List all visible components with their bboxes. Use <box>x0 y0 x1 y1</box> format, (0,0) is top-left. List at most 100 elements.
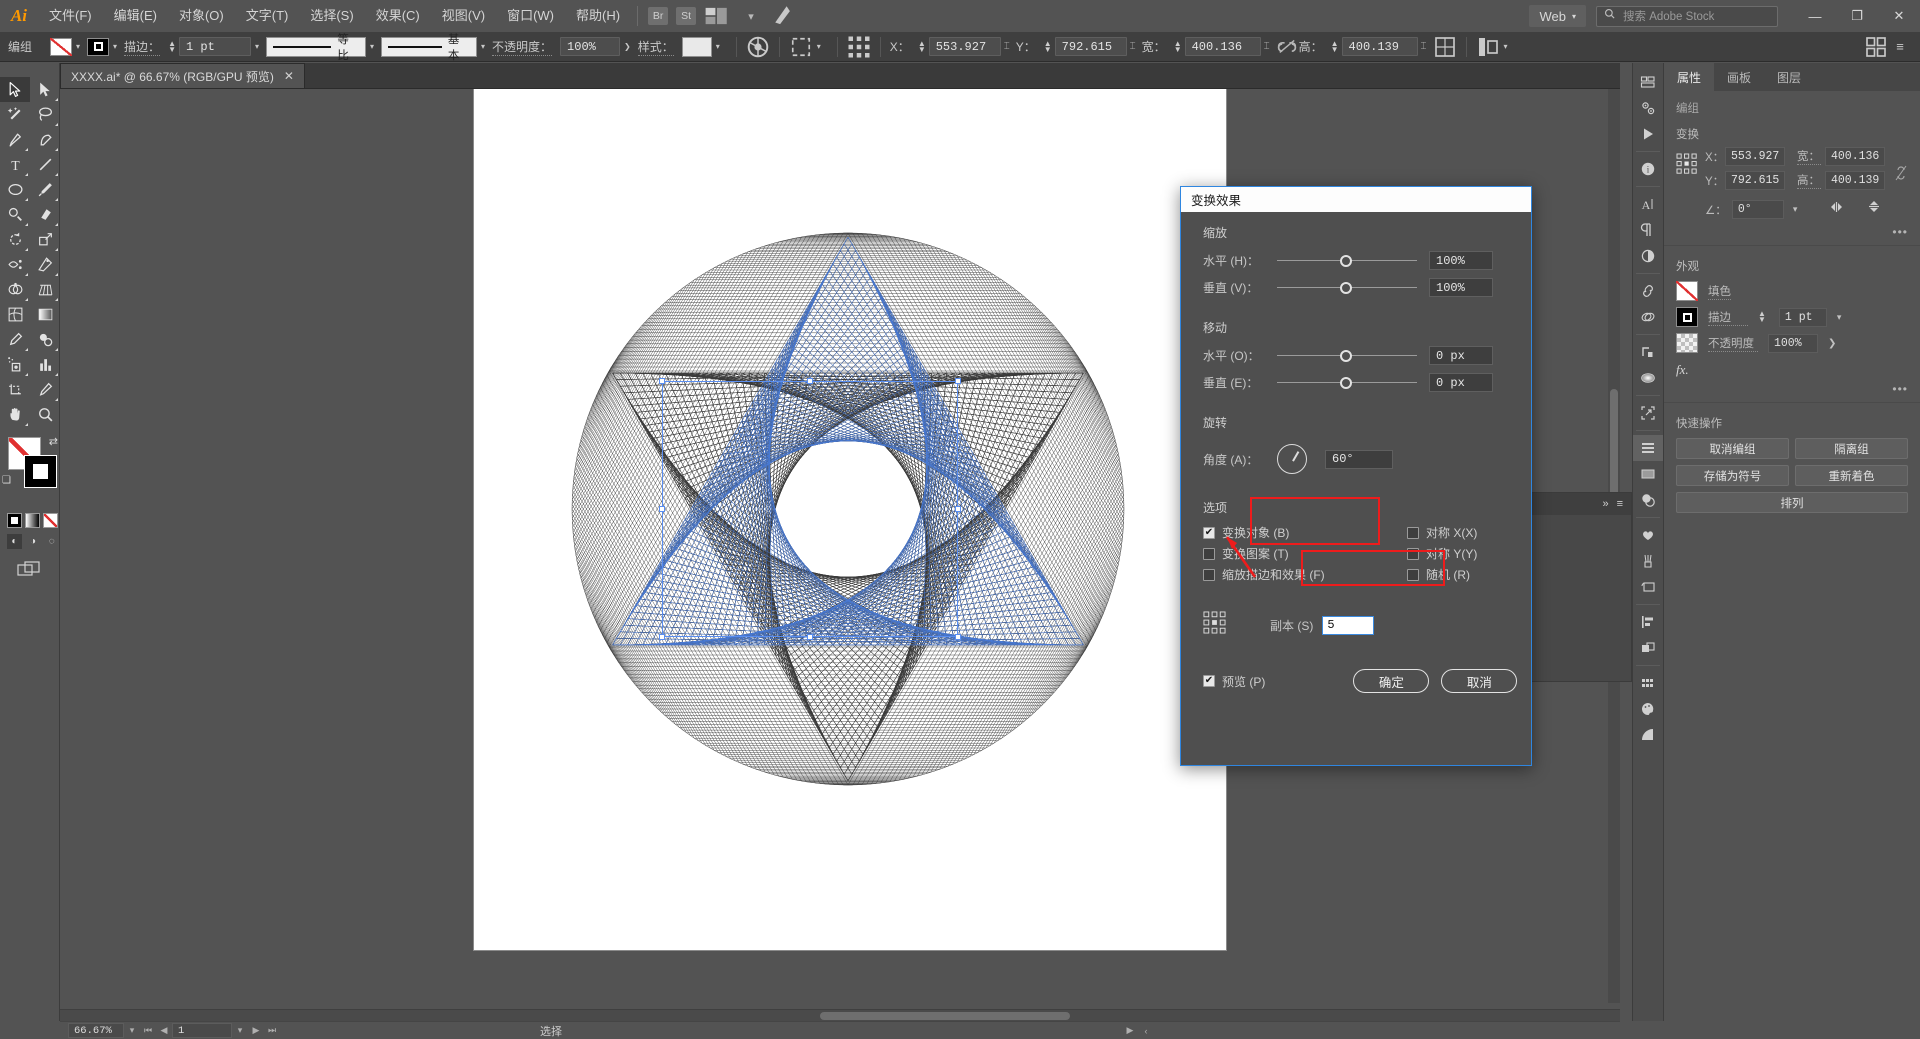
graphic-styles-panel-icon[interactable] <box>1633 574 1663 600</box>
menu-edit[interactable]: 编辑(E) <box>103 0 168 32</box>
selection-handle[interactable] <box>807 378 813 384</box>
option-transform-objects[interactable]: ✔ 变换对象 (B) <box>1203 522 1353 543</box>
appearance-stroke-stepper[interactable]: ▲ ▼ <box>1758 310 1766 324</box>
transparency-panel-icon[interactable] <box>1633 635 1663 661</box>
option-random[interactable]: 随机 (R) <box>1407 564 1477 585</box>
option-reflect-y[interactable]: 对称 Y(Y) <box>1407 543 1477 564</box>
option-reflect-x[interactable]: 对称 X(X) <box>1407 522 1477 543</box>
stock-icon[interactable]: St <box>676 7 697 25</box>
chevron-down-icon[interactable]: ▾ <box>716 42 720 51</box>
free-transform-tool[interactable] <box>30 252 60 277</box>
x-field[interactable]: 553.927 <box>928 37 1001 56</box>
screen-mode-icon[interactable] <box>0 549 59 584</box>
opacity-field[interactable]: 100% <box>560 37 621 56</box>
stroke-swatch[interactable] <box>87 37 110 56</box>
lasso-tool[interactable] <box>30 102 60 127</box>
option-scale-strokes-effects[interactable]: 缩放描边和效果 (F) <box>1203 564 1353 585</box>
shape-builder-tool[interactable] <box>0 277 30 302</box>
scroll-thumb[interactable] <box>820 1012 1070 1020</box>
link-proportions-icon[interactable] <box>1894 147 1908 188</box>
menu-view[interactable]: 视图(V) <box>431 0 496 32</box>
props-x-field[interactable]: 553.927 <box>1725 147 1785 166</box>
reference-point-selector[interactable] <box>1676 147 1698 180</box>
add-effect-fx-icon[interactable]: fx. <box>1664 353 1920 378</box>
graphic-style-swatch[interactable] <box>681 36 712 57</box>
gradient-swatch-icon[interactable] <box>25 513 40 528</box>
eraser-tool[interactable] <box>30 202 60 227</box>
actions-play-icon[interactable] <box>1633 121 1663 147</box>
artboard-number-field[interactable]: 1 <box>172 1023 232 1038</box>
layers-panel-icon[interactable] <box>1633 435 1663 461</box>
brush-definition-select[interactable]: 基本 <box>381 34 478 62</box>
status-play-icon[interactable]: ▶ <box>1122 1023 1138 1039</box>
links-icon[interactable] <box>1633 278 1663 304</box>
chevron-down-icon[interactable]: ▾ <box>124 1023 140 1039</box>
style-label[interactable]: 样式： <box>637 38 674 56</box>
info-icon[interactable]: i <box>1633 156 1663 182</box>
width-field[interactable]: 400.136 <box>1184 37 1261 56</box>
eyedropper-tool[interactable] <box>0 327 30 352</box>
flip-vertical-icon[interactable] <box>1866 198 1882 221</box>
transform-effect-dialog[interactable]: 变换效果 缩放 水平 (H)： 100% 垂直 (V)： 100% 移动 水平 … <box>1180 186 1532 766</box>
direct-selection-tool[interactable] <box>30 77 60 102</box>
close-button[interactable]: ✕ <box>1878 0 1920 32</box>
appearance-opacity-value[interactable]: 100% <box>1768 333 1818 353</box>
zoom-level-field[interactable]: 66.67% <box>68 1023 124 1038</box>
gradient-panel-icon[interactable] <box>1633 365 1663 391</box>
ellipse-tool[interactable] <box>0 177 30 202</box>
brushes-panel-icon[interactable] <box>1633 548 1663 574</box>
cancel-button[interactable]: 取消 <box>1441 669 1518 693</box>
stroke-weight-field[interactable]: 1 pt <box>178 37 251 56</box>
column-graph-tool[interactable] <box>30 352 60 377</box>
menu-object[interactable]: 对象(O) <box>168 0 235 32</box>
chevron-down-icon[interactable]: ▾ <box>738 5 764 27</box>
w-stepper[interactable]: ▲ ▼ <box>1174 39 1182 53</box>
transform-more-options[interactable]: ••• <box>1664 221 1920 239</box>
none-swatch-icon[interactable] <box>43 513 58 528</box>
chevron-down-icon[interactable]: ▾ <box>1504 42 1508 51</box>
align-reference-icon[interactable] <box>847 36 871 58</box>
blend-tool[interactable] <box>30 327 60 352</box>
collapse-panel-icon[interactable]: » <box>1602 498 1608 510</box>
properties-gears-icon[interactable] <box>1633 95 1663 121</box>
tab-artboard[interactable]: 画板 <box>1714 63 1764 91</box>
tab-layers[interactable]: 图层 <box>1764 63 1814 91</box>
move-h-field[interactable]: 0 px <box>1429 346 1493 365</box>
lock-proportions-icon[interactable] <box>1275 36 1299 58</box>
panel-menu-icon[interactable]: ≡ <box>1888 36 1912 58</box>
recolor-button[interactable]: 重新着色 <box>1795 465 1908 486</box>
selection-handle[interactable] <box>955 378 961 384</box>
preview-checkbox[interactable]: ✔ 预览 (P) <box>1203 671 1265 692</box>
arrange-documents-icon[interactable] <box>704 5 730 27</box>
color-panel-icon[interactable] <box>1633 696 1663 722</box>
last-artboard-icon[interactable]: ⏭ <box>264 1023 280 1039</box>
selection-handle[interactable] <box>659 378 665 384</box>
home-icon[interactable] <box>772 5 798 27</box>
appearance-stroke-label[interactable]: 描边 <box>1708 309 1748 326</box>
flip-horizontal-icon[interactable] <box>1829 199 1847 220</box>
stock-search-input[interactable]: 搜索 Adobe Stock <box>1596 5 1778 27</box>
arrange-grid-icon[interactable] <box>1864 36 1888 58</box>
paragraph-icon[interactable] <box>1633 217 1663 243</box>
hand-tool[interactable] <box>0 402 30 427</box>
scale-tool[interactable] <box>30 227 60 252</box>
pathfinder-icon[interactable] <box>1633 304 1663 330</box>
fill-swatch[interactable] <box>50 37 73 56</box>
appearance-fill-swatch[interactable] <box>1676 281 1698 301</box>
ok-button[interactable]: 确定 <box>1353 669 1430 693</box>
save-as-symbol-button[interactable]: 存储为符号 <box>1676 465 1789 486</box>
opacity-flyout-icon[interactable]: ❯ <box>624 42 631 51</box>
symbol-sprayer-tool[interactable] <box>0 352 30 377</box>
export-icon[interactable] <box>1633 400 1663 426</box>
appearance-stroke-swatch[interactable] <box>1676 307 1698 327</box>
opacity-transparency-icon[interactable] <box>1633 243 1663 269</box>
artboard[interactable] <box>474 89 1226 950</box>
selection-handle[interactable] <box>955 634 961 640</box>
draw-inside-icon[interactable]: ◌ <box>44 534 59 549</box>
default-fill-stroke-icon[interactable]: ❏ <box>2 475 11 486</box>
selection-handle[interactable] <box>659 634 665 640</box>
chevron-down-icon[interactable]: ▾ <box>76 42 80 51</box>
draw-normal-icon[interactable]: ◐ <box>7 534 22 549</box>
menu-type[interactable]: 文字(T) <box>235 0 300 32</box>
option-transform-patterns[interactable]: 变换图案 (T) <box>1203 543 1353 564</box>
